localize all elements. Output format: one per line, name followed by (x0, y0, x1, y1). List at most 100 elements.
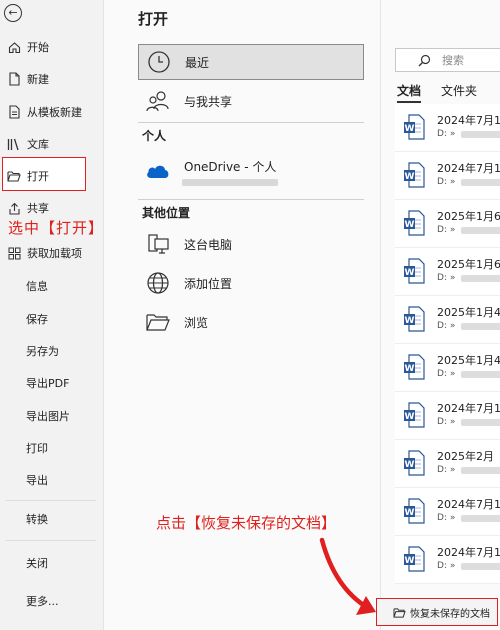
sidebar-item-home[interactable]: 开始 (6, 37, 49, 57)
word-document-icon: W (403, 354, 425, 380)
document-date: 2025年1月6 (437, 258, 500, 271)
svg-text:W: W (405, 316, 415, 326)
recent-document-item[interactable]: W 2024年7月1 D: » (395, 152, 500, 200)
people-icon (144, 87, 172, 115)
sidebar-item-label: 打开 (27, 170, 49, 183)
onedrive-account-redacted (182, 179, 278, 186)
document-date: 2024年7月1 (437, 162, 500, 175)
document-date: 2025年1月6 (437, 210, 500, 223)
sidebar-item-save[interactable]: 保存 (26, 309, 48, 329)
document-path: D: » (437, 369, 456, 379)
select-open-annotation: 选中【打开】 (8, 219, 105, 237)
word-document-icon: W (403, 258, 425, 284)
document-path-redacted (461, 179, 500, 186)
tab-documents[interactable]: 文档 (397, 82, 422, 103)
location-this-pc[interactable]: 这台电脑 (138, 226, 364, 262)
recent-document-item[interactable]: W 2025年1月4 D: » (395, 296, 500, 344)
word-document-icon: W (403, 450, 425, 476)
sidebar-item-open[interactable]: 打开 (6, 166, 49, 186)
sidebar-item-library[interactable]: 文库 (6, 134, 49, 154)
recover-button-label: 恢复未保存的文档 (410, 608, 490, 620)
sidebar-item-share[interactable]: 共享 (6, 198, 49, 218)
sidebar-item-print[interactable]: 打印 (26, 438, 48, 458)
folder-open-icon (393, 607, 406, 618)
sidebar-item-label: 文库 (27, 138, 49, 151)
personal-section-label: 个人 (142, 129, 167, 143)
svg-text:W: W (405, 364, 415, 374)
share-icon (6, 200, 22, 216)
document-date: 2025年1月4 (437, 306, 500, 319)
open-locations-pane: 打开 最近 与我共享 个人 OneDrive - 个人 其他位置 这台电脑 添加… (104, 0, 380, 630)
svg-text:W: W (405, 508, 415, 518)
document-path: D: » (437, 417, 456, 427)
home-icon (6, 39, 22, 55)
recent-document-item[interactable]: W 2024年7月1 D: » (395, 536, 500, 584)
sidebar-item-info[interactable]: 信息 (26, 276, 48, 296)
document-date: 2025年2月 (437, 450, 494, 463)
new-document-icon (6, 71, 22, 87)
onedrive-cloud-icon (144, 157, 172, 185)
folder-open-icon (6, 168, 22, 184)
svg-text:W: W (405, 412, 415, 422)
document-date: 2024年7月1 (437, 546, 500, 559)
sidebar-divider (6, 500, 96, 501)
location-shared-with-me[interactable]: 与我共享 (138, 83, 364, 119)
svg-text:W: W (405, 124, 415, 134)
location-label: 添加位置 (184, 276, 233, 291)
recent-document-item[interactable]: W 2025年1月4 D: » (395, 344, 500, 392)
sidebar-item-label: 开始 (27, 41, 49, 54)
template-icon (6, 104, 22, 120)
sidebar-item-close[interactable]: 关闭 (26, 553, 48, 573)
search-placeholder: 搜索 (442, 54, 464, 67)
sidebar-item-label: 新建 (27, 73, 49, 86)
section-divider (138, 122, 364, 123)
document-path-redacted (461, 371, 500, 378)
recent-document-item[interactable]: W 2025年2月 D: » (395, 440, 500, 488)
word-document-icon: W (403, 114, 425, 140)
document-path: D: » (437, 177, 456, 187)
recover-unsaved-documents-button[interactable]: 恢复未保存的文档 (376, 598, 498, 626)
back-arrow-icon[interactable]: ← (4, 4, 22, 22)
location-add-place[interactable]: 添加位置 (138, 265, 364, 301)
svg-text:W: W (405, 556, 415, 566)
recent-document-item[interactable]: W 2025年1月6 D: » (395, 200, 500, 248)
recent-document-item[interactable]: W 2024年7月1 D: » (395, 392, 500, 440)
document-path-redacted (461, 227, 500, 234)
recent-document-item[interactable]: W 2024年7月1 D: » (395, 104, 500, 152)
tab-folders[interactable]: 文件夹 (441, 82, 477, 99)
word-document-icon: W (403, 546, 425, 572)
document-date: 2024年7月1 (437, 114, 500, 127)
document-path: D: » (437, 225, 456, 235)
click-recover-annotation: 点击【恢复未保存的文档】 (156, 514, 337, 532)
location-browse[interactable]: 浏览 (138, 304, 364, 340)
globe-icon (144, 269, 172, 297)
addins-icon (6, 245, 22, 261)
recent-document-item[interactable]: W 2025年1月6 D: » (395, 248, 500, 296)
word-document-icon: W (403, 306, 425, 332)
sidebar-item-addins[interactable]: 获取加载项 (6, 243, 82, 263)
sidebar-item-new[interactable]: 新建 (6, 69, 49, 89)
word-document-icon: W (403, 498, 425, 524)
document-path: D: » (437, 273, 456, 283)
word-document-icon: W (403, 162, 425, 188)
sidebar-divider (6, 540, 96, 541)
sidebar-item-export-image[interactable]: 导出图片 (26, 406, 70, 426)
library-icon (6, 136, 22, 152)
sidebar-item-more[interactable]: 更多... (26, 591, 59, 611)
section-divider (138, 199, 364, 200)
document-path: D: » (437, 129, 456, 139)
search-box[interactable]: 搜索 (395, 48, 500, 72)
location-recent[interactable]: 最近 (138, 44, 364, 80)
document-path: D: » (437, 321, 456, 331)
sidebar-item-convert[interactable]: 转换 (26, 509, 48, 529)
sidebar-item-label: 从模板新建 (27, 106, 82, 119)
document-date: 2024年7月1 (437, 402, 500, 415)
sidebar-item-export-pdf[interactable]: 导出PDF (26, 373, 69, 393)
svg-text:W: W (405, 460, 415, 470)
location-label: OneDrive - 个人 (184, 159, 277, 174)
sidebar-item-save-as[interactable]: 另存为 (26, 341, 59, 361)
computer-icon (144, 230, 172, 258)
sidebar-item-template[interactable]: 从模板新建 (6, 102, 82, 122)
recent-document-item[interactable]: W 2024年7月1 D: » (395, 488, 500, 536)
sidebar-item-export[interactable]: 导出 (26, 470, 48, 490)
